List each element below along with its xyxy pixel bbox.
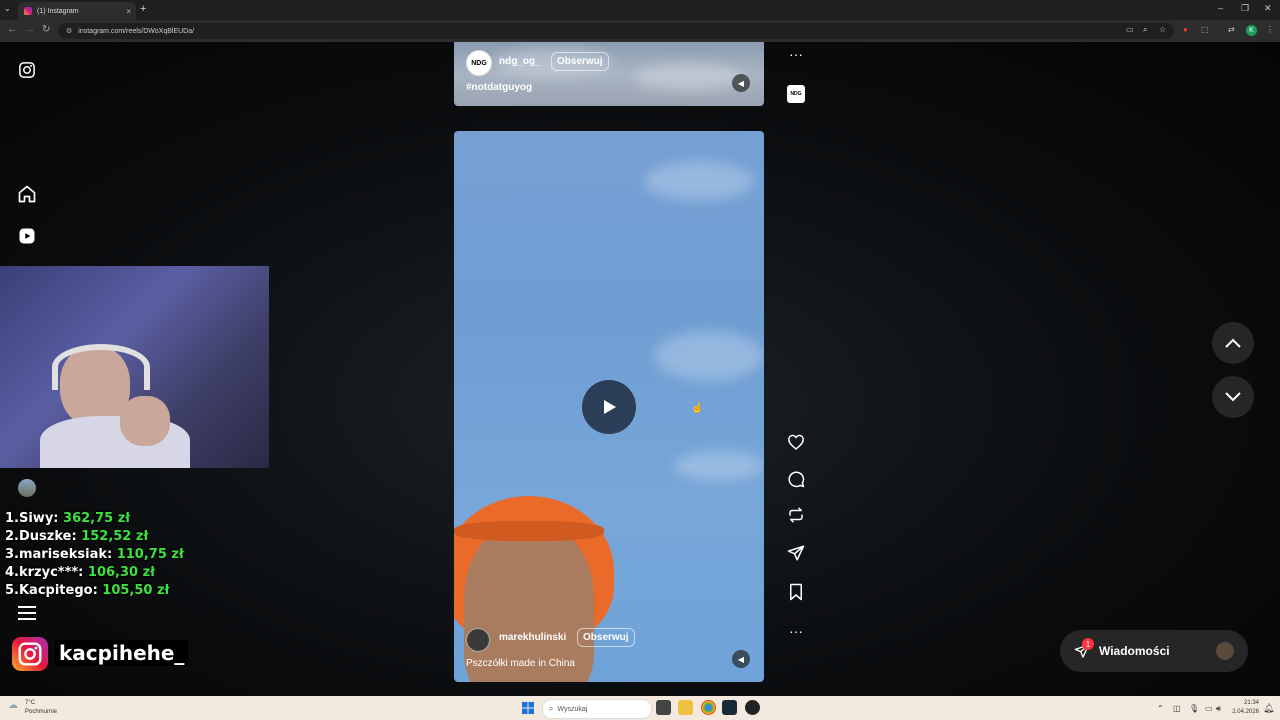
leaderboard-entry: 5.Kacpitego: 105,50 zł xyxy=(5,583,170,598)
mouse-cursor-icon: ☝ xyxy=(691,403,704,414)
reel-video-previous[interactable] xyxy=(454,42,764,106)
reload-icon[interactable]: ↻ xyxy=(42,24,50,35)
browser-tab-bar xyxy=(0,0,1280,20)
tray-network-icon[interactable]: ◫ xyxy=(1173,704,1181,713)
follow-button[interactable]: Obserwuj xyxy=(551,52,609,71)
chevron-up-icon xyxy=(1225,338,1241,348)
task-view-icon[interactable] xyxy=(656,700,671,715)
extension-icon[interactable]: ● xyxy=(1183,25,1188,34)
tray-display-icon[interactable]: ▭ xyxy=(1205,704,1213,713)
messages-button[interactable]: 1 Wiadomości xyxy=(1060,630,1248,672)
windows-start-icon[interactable] xyxy=(522,701,534,714)
leaderboard-entry: 4.krzyc***: 106,30 zł xyxy=(5,565,156,580)
tab-close-icon[interactable]: × xyxy=(126,7,131,16)
taskbar-search[interactable]: ⌕ Wyszukaj xyxy=(542,699,652,719)
more-menu-icon[interactable] xyxy=(17,603,37,623)
unread-badge: 1 xyxy=(1082,638,1094,650)
new-tab-button[interactable]: + xyxy=(140,3,146,15)
audio-thumbnail[interactable]: NDG xyxy=(785,83,807,105)
tab-search-icon[interactable]: ⌄ xyxy=(4,4,11,13)
tab-title: (1) Instagram xyxy=(37,7,79,15)
save-icon[interactable] xyxy=(785,581,807,603)
weather-desc[interactable]: Pochmurnie xyxy=(25,709,57,715)
back-icon[interactable]: ← xyxy=(7,24,17,35)
message-contact-avatar xyxy=(1216,642,1234,660)
reel-author-username[interactable]: ndg_og_ xyxy=(499,56,541,67)
profile-avatar[interactable]: K xyxy=(1246,25,1257,36)
steam-icon[interactable] xyxy=(722,700,737,715)
audio-thumbnail-text: NDG xyxy=(787,85,805,103)
instagram-favicon-icon xyxy=(24,7,32,15)
minimize-button[interactable]: – xyxy=(1218,3,1223,13)
address-bar[interactable]: ⚙ instagram.com/reels/DWoXqBlEUDa/ xyxy=(58,23,1174,39)
more-options-icon[interactable]: ··· xyxy=(785,43,807,65)
bookmark-star-icon[interactable]: ☆ xyxy=(1159,25,1166,34)
like-icon[interactable] xyxy=(785,431,807,453)
next-reel-button[interactable] xyxy=(1212,376,1254,418)
reels-icon[interactable] xyxy=(17,226,37,246)
streamer-hand-graphic xyxy=(120,396,170,446)
tray-volume-icon[interactable]: 🔊︎ xyxy=(1216,704,1221,714)
chrome-icon[interactable] xyxy=(701,700,716,715)
headphones-graphic xyxy=(52,344,150,390)
notifications-icon[interactable]: 🔔︎ xyxy=(1263,703,1274,714)
instagram-overlay-logo-icon xyxy=(12,637,48,671)
remix-icon[interactable] xyxy=(785,504,807,526)
obs-icon[interactable] xyxy=(745,700,760,715)
forward-icon[interactable]: → xyxy=(25,24,35,35)
previous-reel-button[interactable] xyxy=(1212,322,1254,364)
messages-label: Wiadomości xyxy=(1099,644,1170,658)
browser-tab[interactable]: (1) Instagram × xyxy=(18,2,136,20)
weather-temp[interactable]: 7°C xyxy=(25,700,35,706)
share-icon[interactable] xyxy=(785,542,807,564)
site-info-icon[interactable]: ⚙ xyxy=(66,27,72,35)
clock-date[interactable]: 2.04.2026 xyxy=(1228,709,1259,715)
leaderboard-entry: 2.Duszke: 152,52 zł xyxy=(5,529,149,544)
play-icon xyxy=(604,400,616,414)
mute-icon[interactable]: ◀︎ xyxy=(732,74,750,92)
reel-caption[interactable]: #notdatguyog xyxy=(466,82,532,93)
reel-author-username-2[interactable]: marekhulinski xyxy=(499,632,566,643)
more-options-icon-2[interactable]: ··· xyxy=(785,620,807,642)
close-window-button[interactable]: ✕ xyxy=(1264,3,1272,14)
comment-icon[interactable] xyxy=(785,468,807,490)
search-placeholder: Wyszukaj xyxy=(557,705,588,713)
webcam-overlay xyxy=(0,266,269,468)
play-button[interactable] xyxy=(582,380,636,434)
chevron-down-icon xyxy=(1225,392,1241,402)
follow-button-2[interactable]: Obserwuj xyxy=(577,628,635,647)
reel-caption-2[interactable]: Pszczółki made in China xyxy=(466,658,575,669)
streamer-handle: kacpihehe_ xyxy=(55,640,189,666)
hat-brim-graphic xyxy=(454,521,604,541)
leaderboard-entry: 1.Siwy: 362,75 zł xyxy=(5,511,131,526)
file-explorer-icon[interactable] xyxy=(678,700,693,715)
maximize-button[interactable]: ❐ xyxy=(1241,3,1249,14)
home-icon[interactable] xyxy=(17,184,37,204)
zoom-icon[interactable]: ⌕ xyxy=(1143,25,1147,35)
mute-icon-2[interactable]: ◀︎ xyxy=(732,650,750,668)
browser-menu-icon[interactable]: ⋮ xyxy=(1266,25,1274,34)
reel-author-avatar[interactable]: NDG xyxy=(466,50,492,76)
url-text: instagram.com/reels/DWoXqBlEUDa/ xyxy=(78,27,195,35)
reel-author-avatar-2[interactable] xyxy=(466,628,490,652)
sync-icon[interactable]: ⇄ xyxy=(1228,25,1235,34)
tray-mic-icon[interactable]: 🎙︎ xyxy=(1189,704,1199,713)
donator-avatar xyxy=(18,479,36,497)
clock-time[interactable]: 21:34 xyxy=(1237,700,1259,706)
instagram-logo-icon[interactable] xyxy=(17,60,37,80)
tray-overflow-icon[interactable]: ⌃ xyxy=(1157,704,1164,713)
extensions-puzzle-icon[interactable]: ⬚ xyxy=(1201,25,1209,34)
search-icon: ⌕ xyxy=(549,704,554,713)
cast-icon[interactable]: ▭ xyxy=(1126,25,1134,34)
leaderboard-entry: 3.mariseksiak: 110,75 zł xyxy=(5,547,184,562)
weather-icon[interactable]: ☁ xyxy=(8,700,18,711)
